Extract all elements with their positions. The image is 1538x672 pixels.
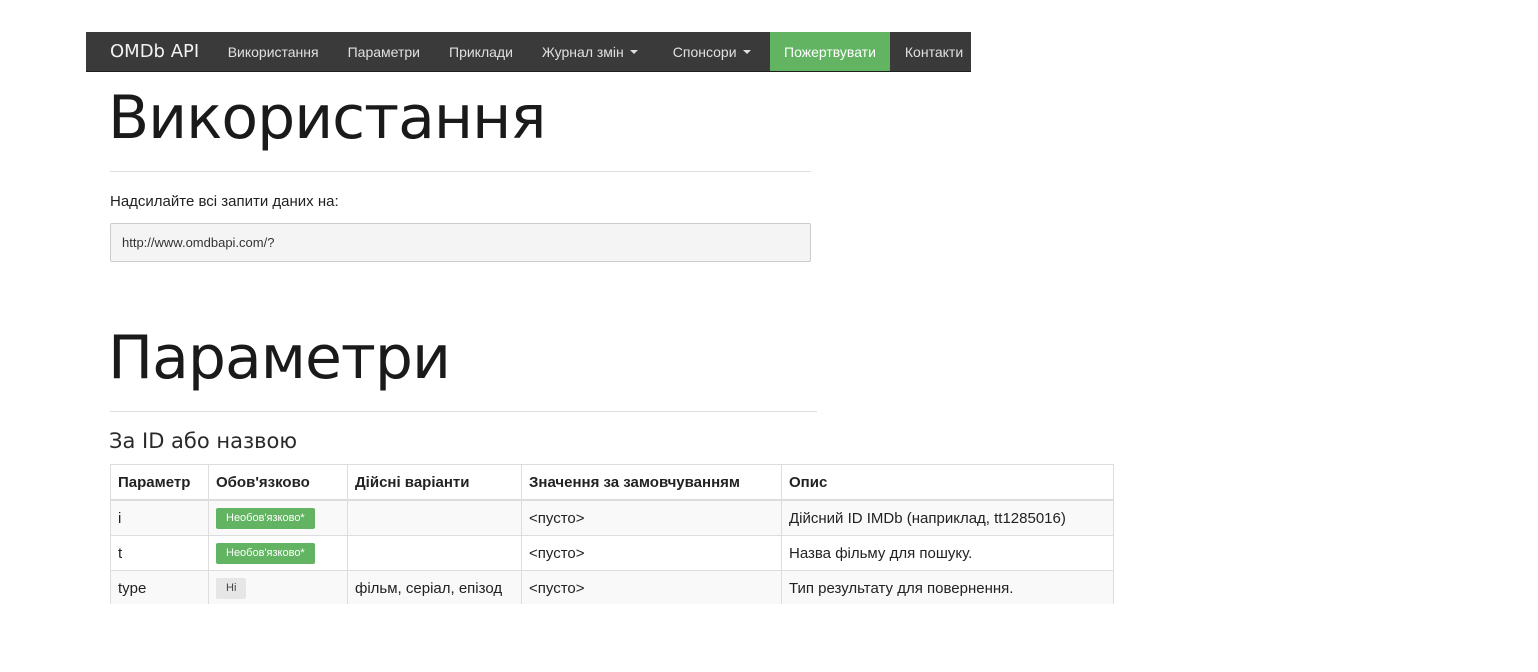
optional-badge: Необов'язково* (216, 542, 315, 564)
nav-item-changelog[interactable]: Журнал змін (527, 32, 659, 71)
nav-item-donate[interactable]: Пожертвувати (769, 32, 891, 71)
top-navbar: OMDb API Використання Параметри Приклади… (86, 32, 971, 72)
nav-item-contact-label: Контакти (904, 43, 964, 60)
nav-item-changelog-label: Журнал змін (541, 43, 624, 60)
by-id-or-title-subheading: За ID або назвою (109, 429, 298, 453)
column-header-valid-options: Дійсні варіанти (347, 464, 522, 501)
nav-item-sponsors-label: Спонсори (672, 43, 737, 60)
nav-item-parameters[interactable]: Параметри (333, 32, 434, 71)
api-url-text: http://www.omdbapi.com/? (122, 235, 275, 250)
parameters-divider (110, 411, 817, 412)
default-value-cell: <пусто> (521, 499, 782, 536)
table-row: i Необов'язково* <пусто> Дійсний ID IMDb… (110, 499, 1114, 536)
brand-link[interactable]: OMDb API (86, 32, 213, 71)
nav-item-examples[interactable]: Приклади (435, 32, 528, 71)
column-header-default-value: Значення за замовчуванням (521, 464, 782, 501)
nav-item-sponsors[interactable]: Спонсори (660, 32, 770, 71)
usage-divider (110, 171, 811, 172)
column-header-parameter: Параметр (110, 464, 209, 501)
column-header-required: Обов'язково (208, 464, 348, 501)
parameters-title: Параметри (108, 323, 451, 393)
nav-item-contact[interactable]: Контакти (890, 32, 977, 71)
nav-item-parameters-label: Параметри (347, 43, 420, 60)
usage-title: Використання (108, 83, 546, 153)
nav-item-usage-label: Використання (227, 43, 319, 60)
optional-badge: Необов'язково* (216, 507, 315, 529)
nav-item-donate-label: Пожертвувати (784, 43, 876, 60)
caret-down-icon (742, 49, 751, 54)
usage-lead-text: Надсилайте всі запити даних на: (110, 193, 339, 210)
default-value-cell: <пусто> (521, 570, 782, 606)
valid-options-cell (347, 535, 522, 571)
caret-down-icon (629, 49, 638, 54)
default-value-cell: <пусто> (521, 535, 782, 571)
description-cell: Назва фільму для пошуку. (781, 535, 1114, 571)
param-name-cell: i (110, 499, 209, 536)
required-cell: Необов'язково* (208, 535, 348, 571)
column-header-description: Опис (781, 464, 1114, 501)
nav-item-examples-label: Приклади (449, 43, 513, 60)
table-row: type Ні фільм, серіал, епізод <пусто> Ти… (110, 570, 1114, 606)
not-required-badge: Ні (216, 577, 247, 599)
valid-options-cell (347, 499, 522, 536)
description-cell: Дійсний ID IMDb (наприклад, tt1285016) (781, 499, 1114, 536)
required-cell: Ні (208, 570, 348, 606)
param-name-cell: type (110, 570, 209, 606)
description-cell: Тип результату для повернення. (781, 570, 1114, 606)
required-cell: Необов'язково* (208, 499, 348, 536)
param-name-cell: t (110, 535, 209, 571)
api-url-box[interactable]: http://www.omdbapi.com/? (110, 223, 811, 262)
nav-item-usage[interactable]: Використання (213, 32, 333, 71)
valid-options-cell: фільм, серіал, епізод (347, 570, 522, 606)
table-header-row: Параметр Обов'язково Дійсні варіанти Зна… (110, 464, 1114, 501)
table-row: t Необов'язково* <пусто> Назва фільму дл… (110, 535, 1114, 571)
page-cutoff-overlay (100, 604, 1130, 672)
